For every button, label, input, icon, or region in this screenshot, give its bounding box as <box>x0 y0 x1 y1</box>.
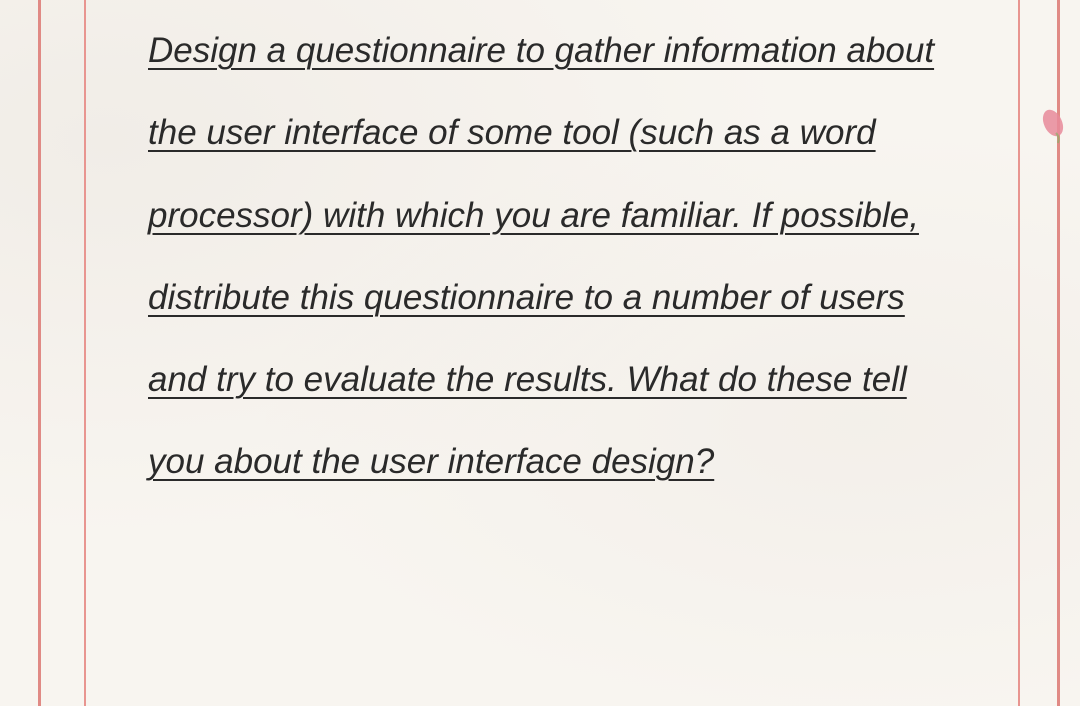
border-right-inner <box>1018 0 1020 706</box>
border-left-inner <box>84 0 86 706</box>
flower-petal-icon <box>1038 105 1068 145</box>
border-left-outer <box>38 0 41 706</box>
document-body-text: Design a questionnaire to gather informa… <box>148 10 958 504</box>
